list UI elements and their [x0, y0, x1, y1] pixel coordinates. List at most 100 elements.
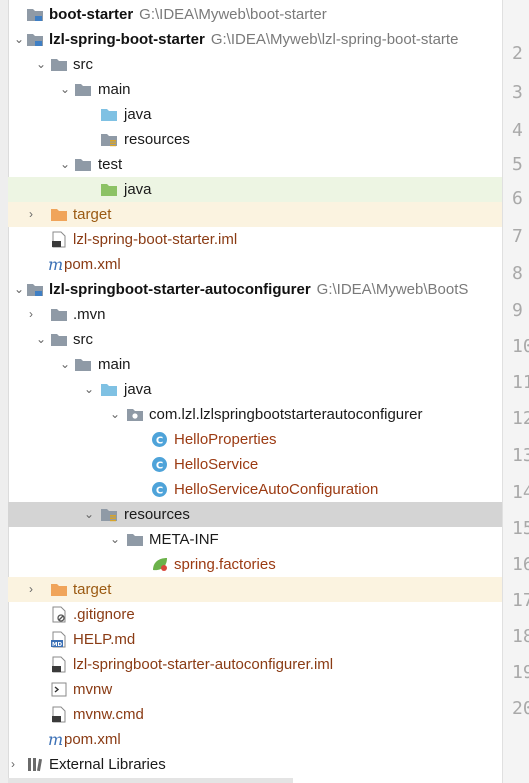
tree-row-src[interactable]: ⌄ src — [8, 327, 502, 352]
tree-row-gitignore[interactable]: .gitignore — [8, 602, 502, 627]
tree-row-help-md[interactable]: MD HELP.md — [8, 627, 502, 652]
tree-item-label: META-INF — [149, 531, 219, 548]
chevron-down-icon[interactable]: ⌄ — [12, 27, 26, 52]
line-number: 14 — [512, 482, 529, 503]
tree-row-src[interactable]: ⌄ src — [8, 52, 502, 77]
tree-row-java[interactable]: java — [8, 102, 502, 127]
tree-item-label: spring.factories — [174, 556, 276, 573]
excluded-folder-icon — [50, 581, 68, 598]
tree-row-boot-starter[interactable]: boot-starter G:\IDEA\Myweb\boot-starter — [8, 2, 502, 27]
line-number: 16 — [512, 554, 529, 575]
svg-text:C: C — [156, 461, 163, 472]
module-folder-icon — [26, 281, 44, 298]
line-number: 3 — [512, 82, 523, 103]
excluded-folder-icon — [50, 206, 68, 223]
tree-item-label: External Libraries — [49, 756, 166, 773]
chevron-down-icon[interactable]: ⌄ — [12, 277, 26, 302]
tree-row-iml[interactable]: lzl-springboot-starter-autoconfigurer.im… — [8, 652, 502, 677]
chevron-down-icon[interactable]: ⌄ — [58, 352, 72, 377]
line-number: 20 — [512, 698, 529, 719]
tree-item-label: java — [124, 381, 152, 398]
line-number: 15 — [512, 518, 529, 539]
tree-row-pom[interactable]: m pom.xml — [8, 727, 502, 752]
ignore-file-icon — [50, 606, 68, 623]
chevron-down-icon[interactable]: ⌄ — [108, 527, 122, 552]
chevron-down-icon[interactable]: ⌄ — [82, 502, 96, 527]
tree-item-label: java — [124, 106, 152, 123]
tree-row-resources-selected[interactable]: ⌄ resources — [8, 502, 502, 527]
tree-row-mvnw-cmd[interactable]: mvnw.cmd — [8, 702, 502, 727]
chevron-right-icon[interactable]: › — [24, 302, 38, 327]
tree-row-class-helloserviceautoconfiguration[interactable]: C HelloServiceAutoConfiguration — [8, 477, 502, 502]
tree-item-label: .mvn — [73, 306, 106, 323]
chevron-down-icon[interactable]: ⌄ — [34, 52, 48, 77]
folder-icon — [74, 356, 92, 373]
line-number: 19 — [512, 662, 529, 683]
horizontal-scrollbar[interactable] — [8, 778, 293, 783]
chevron-down-icon[interactable]: ⌄ — [34, 327, 48, 352]
chevron-down-icon[interactable]: ⌄ — [58, 152, 72, 177]
folder-icon — [74, 81, 92, 98]
tree-item-label: src — [73, 56, 93, 73]
shell-script-icon — [50, 681, 68, 698]
editor-line-gutter: 2 3 4 5 6 7 8 9 10 11 12 13 14 15 16 17 … — [502, 0, 529, 783]
tree-row-pom[interactable]: m pom.xml — [8, 252, 502, 277]
tree-row-autoconfigurer-module[interactable]: ⌄ lzl-springboot-starter-autoconfigurer G… — [8, 277, 502, 302]
tree-row-mvnw[interactable]: mvnw — [8, 677, 502, 702]
chevron-down-icon[interactable]: ⌄ — [82, 377, 96, 402]
tree-item-label: HelloService — [174, 456, 259, 473]
tree-row-main[interactable]: ⌄ main — [8, 352, 502, 377]
tree-row-test-java[interactable]: java — [8, 177, 502, 202]
tree-row-main[interactable]: ⌄ main — [8, 77, 502, 102]
file-icon — [50, 706, 68, 723]
line-number: 8 — [512, 263, 523, 284]
chevron-down-icon[interactable]: ⌄ — [58, 77, 72, 102]
chevron-right-icon[interactable]: › — [24, 202, 38, 227]
tree-row-external-libraries[interactable]: › External Libraries — [8, 752, 502, 777]
chevron-right-icon[interactable]: › — [8, 752, 20, 777]
tree-row-package[interactable]: ⌄ com.lzl.lzlspringbootstarterautoconfig… — [8, 402, 502, 427]
module-folder-icon — [26, 6, 44, 23]
tree-row-meta-inf[interactable]: ⌄ META-INF — [8, 527, 502, 552]
tree-item-label: java — [124, 181, 152, 198]
tree-item-label: test — [98, 156, 123, 173]
project-tree[interactable]: boot-starter G:\IDEA\Myweb\boot-starter ⌄… — [8, 0, 502, 783]
line-number: 6 — [512, 188, 523, 209]
tree-row-target[interactable]: › target — [8, 202, 502, 227]
folder-icon — [50, 306, 68, 323]
resources-folder-icon — [100, 506, 118, 523]
line-number: 13 — [512, 445, 529, 466]
tree-row-lzl-spring-boot-starter[interactable]: ⌄ lzl-spring-boot-starter G:\IDEA\Myweb\l… — [8, 27, 502, 52]
tree-row-spring-factories[interactable]: spring.factories — [8, 552, 502, 577]
chevron-right-icon[interactable]: › — [24, 577, 38, 602]
folder-icon — [50, 56, 68, 73]
markdown-file-icon: MD — [50, 631, 68, 648]
line-number: 11 — [512, 372, 529, 393]
markdown-badge: MD — [52, 642, 62, 648]
tree-row-java[interactable]: ⌄ java — [8, 377, 502, 402]
tree-row-target[interactable]: › target — [8, 577, 502, 602]
maven-icon: m — [46, 256, 64, 273]
svg-text:m: m — [48, 731, 63, 748]
libraries-icon — [26, 756, 44, 773]
tree-item-label: pom.xml — [64, 256, 121, 273]
tree-row-class-helloservice[interactable]: C HelloService — [8, 452, 502, 477]
chevron-down-icon[interactable]: ⌄ — [108, 402, 122, 427]
folder-icon — [126, 531, 144, 548]
folder-icon — [74, 156, 92, 173]
svg-text:m: m — [48, 256, 63, 273]
tree-item-label: resources — [124, 506, 190, 523]
tree-row-iml[interactable]: lzl-spring-boot-starter.iml — [8, 227, 502, 252]
tree-row-test[interactable]: ⌄ test — [8, 152, 502, 177]
maven-icon: m — [46, 731, 64, 748]
tree-row-class-helloproperties[interactable]: C HelloProperties — [8, 427, 502, 452]
iml-file-icon — [50, 656, 68, 673]
class-icon: C — [151, 481, 169, 498]
tree-item-label: resources — [124, 131, 190, 148]
module-folder-icon — [26, 31, 44, 48]
tree-item-label: lzl-springboot-starter-autoconfigurer.im… — [73, 656, 334, 673]
tree-item-label: src — [73, 331, 93, 348]
tree-row-resources[interactable]: resources — [8, 127, 502, 152]
tree-item-label: mvnw — [73, 681, 113, 698]
tree-row-mvn-folder[interactable]: › .mvn — [8, 302, 502, 327]
